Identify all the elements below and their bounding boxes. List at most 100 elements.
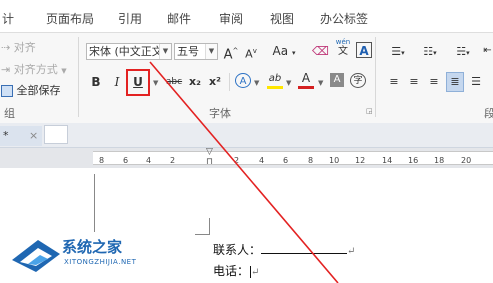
char-shading-button[interactable]: A [330, 73, 344, 87]
phone-label: 电话： [213, 264, 250, 278]
superscript-button[interactable]: x² [207, 73, 223, 91]
multilevel-list-icon: ☵ [456, 45, 467, 58]
char-border-button[interactable]: A [356, 42, 372, 58]
font-color-button[interactable]: A [298, 71, 314, 89]
chevron-down-icon[interactable]: ▼ [318, 79, 323, 87]
clear-format-button[interactable]: ⌫ [312, 42, 329, 60]
chevron-down-icon[interactable]: ▼ [254, 79, 259, 87]
bullet-list-icon: ☰ [391, 45, 402, 58]
tab-page-layout[interactable]: 页面布局 [46, 10, 94, 27]
ruler-mark: 8 [99, 156, 105, 165]
ruler-mark: 2 [234, 156, 240, 165]
enclose-char-icon: 字 [353, 76, 363, 86]
chevron-down-icon[interactable]: ▼ [159, 44, 171, 59]
font-name-select[interactable]: 宋体 (中文正文 ▼ [86, 43, 172, 60]
contact-line[interactable]: 联系人： ↵ [213, 241, 355, 258]
tab-insert-partial[interactable]: 计 [2, 10, 14, 27]
clear-format-icon: ⌫ [312, 44, 329, 58]
group-divider [375, 37, 376, 117]
highlight-color-button[interactable]: ab [267, 71, 283, 89]
contact-label: 联系人： [213, 243, 262, 257]
justify-icon: ≣ [450, 75, 460, 88]
ruler-strip[interactable]: 8 6 4 2 2 4 6 8 10 12 14 16 18 20 [93, 151, 493, 165]
close-icon[interactable]: × [29, 126, 38, 146]
numbering-button[interactable]: ☷▾ [416, 42, 444, 60]
chevron-down-icon: ▾ [291, 49, 296, 57]
strikethrough-icon: abc [165, 77, 183, 87]
text-effect-button[interactable]: A [235, 73, 251, 88]
font-group-label: 字体 [209, 107, 231, 120]
distributed-button[interactable]: ☰ [468, 73, 484, 91]
decrease-indent-button[interactable]: ⇤ [482, 42, 493, 60]
phone-line[interactable]: 电话： ↵ [213, 262, 259, 279]
ruler-mark: 16 [408, 156, 419, 165]
shrink-font-icon: A [245, 47, 253, 61]
chevron-down-icon[interactable]: ▼ [286, 79, 291, 87]
tab-references[interactable]: 引用 [118, 10, 142, 27]
annotation-highlight-box [126, 69, 150, 96]
italic-button[interactable]: I [110, 73, 124, 91]
dialog-launcher-icon[interactable]: ◲ [366, 107, 373, 115]
subscript-icon: x₂ [189, 75, 201, 88]
word-window: 计 页面布局 引用 邮件 审阅 视图 办公标签 ⇢ 对齐 ⇥ 对齐方式 ▼ 全部… [0, 0, 493, 283]
align-center-button[interactable]: ≡ [406, 73, 422, 91]
change-case-button[interactable]: Aa ▾ [269, 42, 299, 60]
ruler-mark: 6 [283, 156, 289, 165]
tab-mailings[interactable]: 邮件 [167, 10, 191, 27]
superscript-icon: x² [209, 75, 221, 88]
bold-icon: B [91, 75, 101, 89]
highlight-icon: ab [268, 73, 282, 84]
chevron-down-icon[interactable]: ▼ [205, 44, 217, 59]
strikethrough-button[interactable]: abc [163, 73, 185, 91]
ruler-mark: 12 [355, 156, 366, 165]
page-corner-mark [195, 218, 210, 235]
bullets-button[interactable]: ☰▾ [384, 42, 412, 60]
save-all-button[interactable]: 全部保存 [1, 82, 61, 98]
phonetic-bottom: 文 [338, 46, 348, 57]
shrink-font-button[interactable]: Av [243, 42, 259, 61]
watermark-url: XITONGZHIJIA.NET [64, 258, 137, 266]
ribbon: ⇢ 对齐 ⇥ 对齐方式 ▼ 全部保存 组 宋体 (中文正文 ▼ 五号 ▼ A^ … [0, 32, 493, 124]
document-tab[interactable]: * × [0, 126, 42, 146]
align-mode-button[interactable]: ⇥ 对齐方式 ▼ [1, 61, 67, 77]
italic-icon: I [114, 75, 120, 89]
indent-icon: ⇤ [483, 45, 492, 56]
font-size-select[interactable]: 五号 ▼ [174, 43, 218, 60]
ruler: 8 6 4 2 2 4 6 8 10 12 14 16 18 20 [0, 148, 493, 168]
grow-font-button[interactable]: A^ [223, 42, 239, 62]
subscript-button[interactable]: x₂ [187, 73, 203, 91]
ruler-mark: 10 [329, 156, 340, 165]
align-right-icon: ≡ [429, 75, 439, 88]
ruler-mark: 4 [146, 156, 152, 165]
text-effect-icon: A [239, 76, 247, 87]
save-all-icon [1, 85, 13, 97]
tab-view[interactable]: 视图 [270, 10, 294, 27]
bold-button[interactable]: B [89, 73, 103, 91]
document-tab-label: * [3, 129, 9, 142]
char-border-icon: A [359, 44, 369, 58]
align-label: 对齐 [13, 41, 36, 54]
phonetic-guide-button[interactable]: wén 文 [333, 38, 353, 57]
new-tab-button[interactable] [44, 125, 68, 144]
left-group-label: 组 [4, 107, 15, 120]
chevron-down-icon: ▼ [61, 67, 67, 75]
align-button[interactable]: ⇢ 对齐 [1, 39, 36, 55]
chevron-down-icon[interactable]: ▼ [153, 79, 158, 87]
contact-underline-field[interactable] [261, 242, 348, 254]
multilevel-list-button[interactable]: ☵▾ [448, 42, 478, 60]
ruler-mark: 4 [259, 156, 265, 165]
justify-button[interactable]: ≣ [446, 72, 464, 92]
align-mode-icon: ⇥ [1, 63, 11, 76]
change-case-icon: Aa [272, 44, 289, 58]
numbered-list-icon: ☷ [423, 45, 434, 58]
align-right-button[interactable]: ≡ [426, 73, 442, 91]
enclose-char-button[interactable]: 字 [350, 73, 366, 88]
ruler-mark: 18 [434, 156, 445, 165]
char-shading-icon: A [333, 74, 341, 85]
tab-office-tabs[interactable]: 办公标签 [320, 10, 368, 27]
align-left-button[interactable]: ≡ [386, 73, 402, 91]
indent-marker-icon[interactable]: ▽ ⊓ [206, 147, 213, 167]
align-icon: ⇢ [1, 41, 11, 54]
tab-review[interactable]: 审阅 [219, 10, 243, 27]
align-center-icon: ≡ [409, 75, 419, 88]
